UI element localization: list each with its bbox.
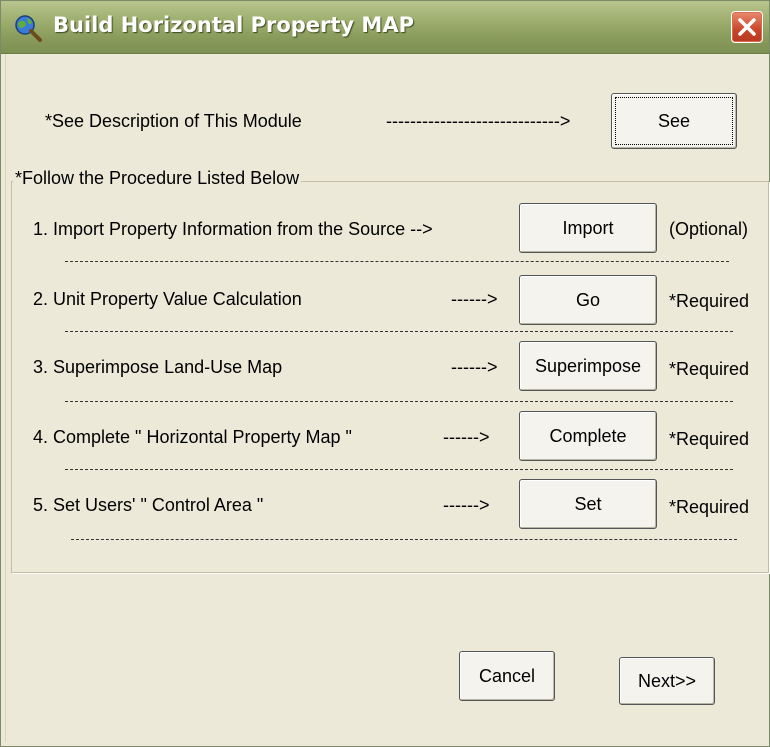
step-2-label: 2. Unit Property Value Calculation <box>33 289 302 309</box>
separator <box>65 401 733 402</box>
superimpose-button[interactable]: Superimpose <box>519 341 657 391</box>
description-text: *See Description of This Module <box>45 111 302 131</box>
step-5-label: 5. Set Users' " Control Area " <box>33 495 264 515</box>
go-button[interactable]: Go <box>519 275 657 325</box>
step-1-label: 1. Import Property Information from the … <box>33 219 433 239</box>
step-4-arrow: ------> <box>443 427 490 447</box>
step-5-arrow: ------> <box>443 495 490 515</box>
close-icon <box>738 18 756 36</box>
description-arrow: -----------------------------> <box>386 111 571 131</box>
step-3-arrow: ------> <box>451 357 498 377</box>
set-button[interactable]: Set <box>519 479 657 529</box>
step-4-status: *Required <box>669 429 750 449</box>
step-3-status: *Required <box>669 359 750 379</box>
procedure-legend: *Follow the Procedure Listed Below <box>13 168 302 189</box>
step-1-status: (Optional) <box>669 219 749 239</box>
step-2-arrow: ------> <box>451 289 498 309</box>
step-2-status: *Required <box>669 291 750 311</box>
step-3-label: 3. Superimpose Land-Use Map <box>33 357 283 377</box>
dialog-window: Build Horizontal Property MAP *See Descr… <box>0 0 770 747</box>
step-4-label: 4. Complete " Horizontal Property Map " <box>33 427 352 447</box>
separator <box>65 331 733 332</box>
complete-button[interactable]: Complete <box>519 411 657 461</box>
separator <box>71 539 737 540</box>
step-5-status: *Required <box>669 497 750 517</box>
title-bar[interactable]: Build Horizontal Property MAP <box>1 1 769 54</box>
separator <box>65 261 729 262</box>
separator <box>65 469 733 470</box>
close-button[interactable] <box>731 11 763 43</box>
import-button[interactable]: Import <box>519 203 657 253</box>
cancel-button[interactable]: Cancel <box>459 651 555 701</box>
window-title: Build Horizontal Property MAP <box>53 13 414 37</box>
globe-search-icon <box>15 15 42 42</box>
see-button[interactable]: See <box>611 93 737 149</box>
next-button[interactable]: Next>> <box>619 657 715 705</box>
